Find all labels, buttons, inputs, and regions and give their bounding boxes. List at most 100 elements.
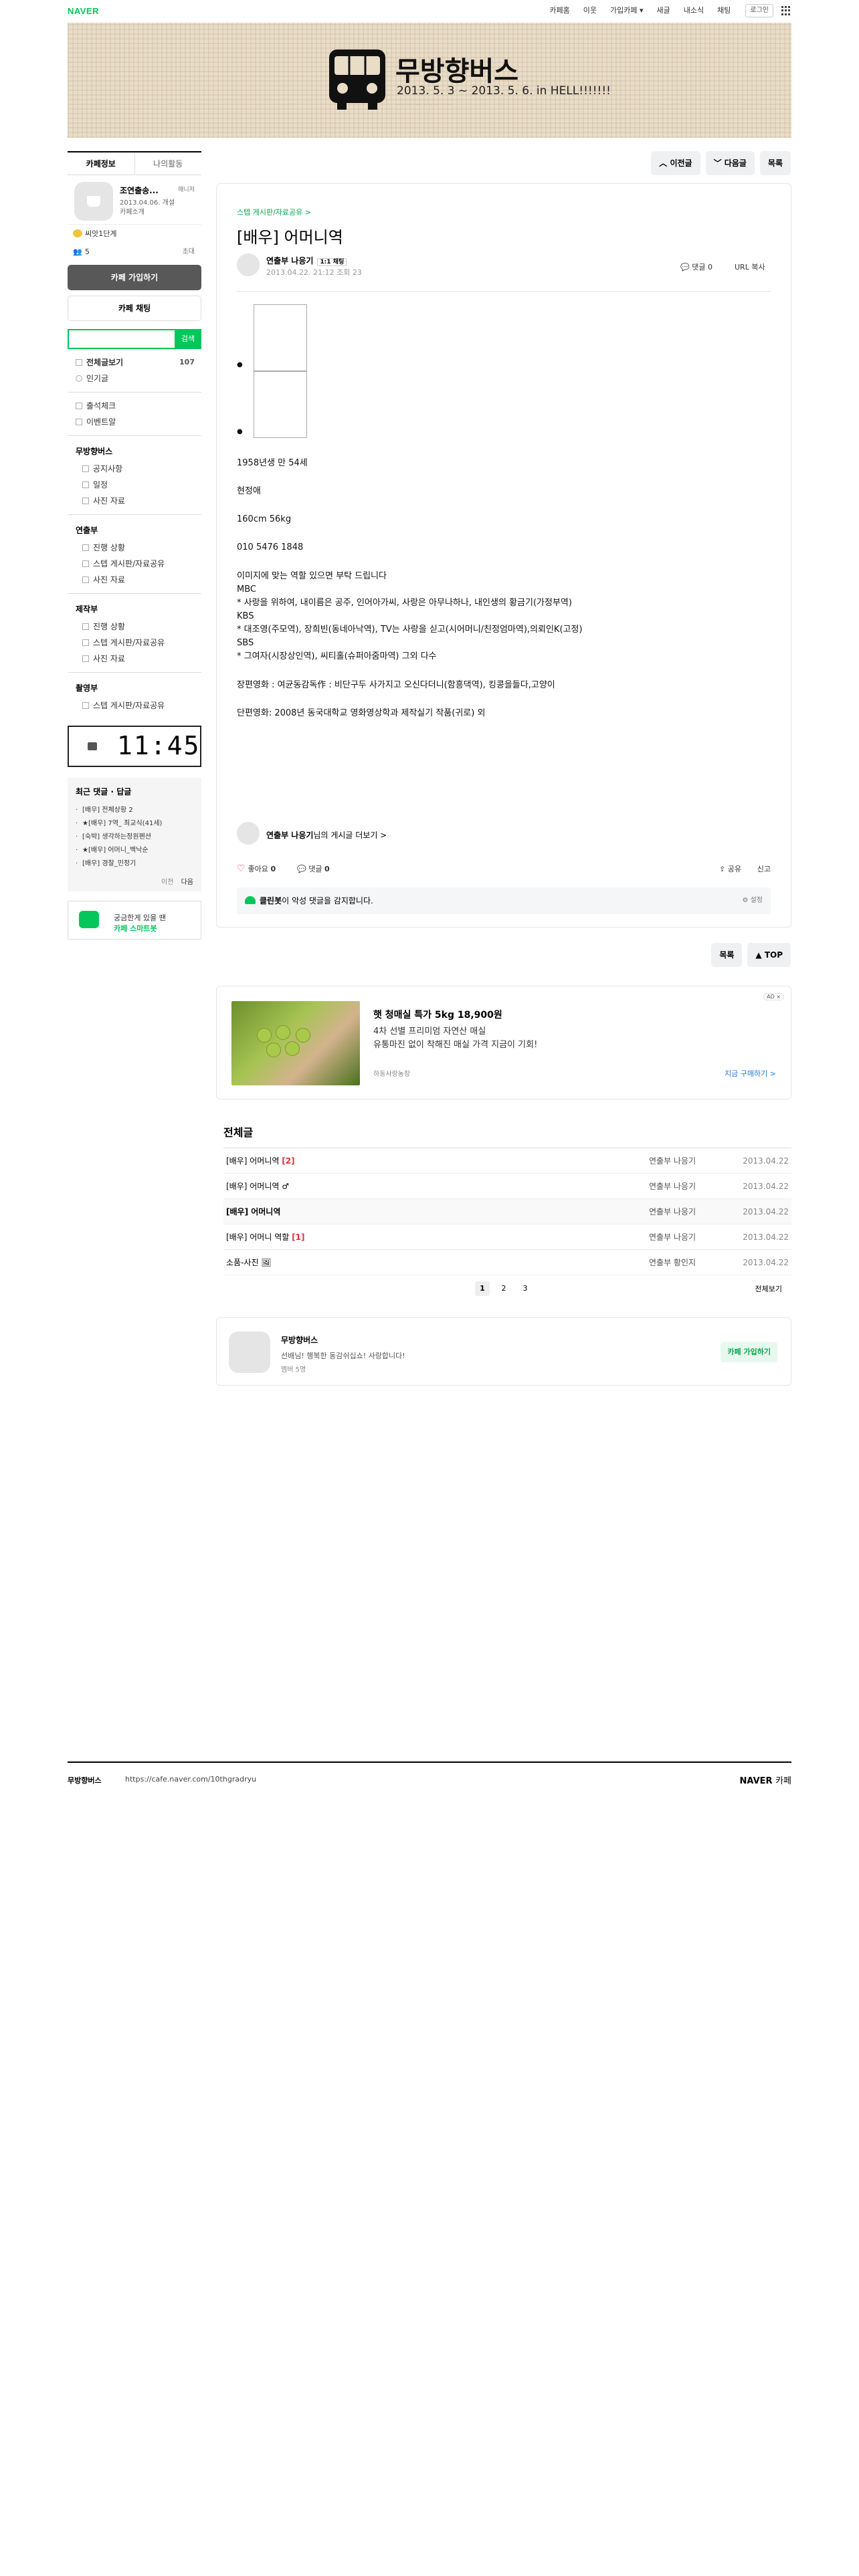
cafe-card-name[interactable]: 무방향버스	[281, 1334, 318, 1346]
menu-staff-board[interactable]: 스텝 게시판/자료공유	[68, 635, 201, 651]
cafe-search-button[interactable]: 검색	[175, 329, 201, 349]
menu-progress[interactable]: 진행 상황	[68, 619, 201, 635]
list-item[interactable]: [배우] 전체상황 2	[76, 804, 193, 817]
table-row[interactable]: [배우] 어머니역 연출부 나응기 2013.04.22	[223, 1199, 791, 1224]
cafe-level-label[interactable]: 씨앗1단계	[85, 229, 116, 238]
comment-count-label: 댓글 0	[692, 263, 712, 272]
cleanbot-icon	[245, 896, 256, 904]
body-line: * 그여자(시장상인역), 씨티홀(슈퍼아줌마역) 그외 다수	[237, 651, 437, 662]
menu-photos[interactable]: 사진 자료	[68, 572, 201, 588]
table-row[interactable]: [배우] 어머니 역할 [1] 연출부 나응기 2013.04.22	[223, 1224, 791, 1250]
menu-notice[interactable]: 공지사항	[68, 461, 201, 477]
divider	[237, 291, 771, 292]
gnb-link-my-news[interactable]: 내소식	[677, 4, 710, 17]
table-row[interactable]: [배우] 어머니역 ♂ 연출부 나응기 2013.04.22	[223, 1174, 791, 1199]
menu-popular[interactable]: 인기글	[68, 370, 201, 387]
page-1-button[interactable]: 1	[475, 1281, 490, 1296]
cafe-chat-button[interactable]: 카페 채팅	[68, 296, 201, 321]
list-item: ●	[237, 304, 765, 371]
table-row[interactable]: 소품-사진 🖼 연출부 황인지 2013.04.22	[223, 1250, 791, 1275]
view-all-button[interactable]: 전체보기	[755, 1283, 782, 1294]
gnb-link-cafe-home[interactable]: 카페홈	[543, 4, 576, 17]
recent-next-button[interactable]: 다음	[181, 879, 193, 886]
page-2-button[interactable]: 2	[496, 1281, 511, 1296]
cafe-name[interactable]: 조연출송...	[120, 185, 159, 196]
menu-staff-board[interactable]: 스텝 게시판/자료공유	[68, 556, 201, 572]
apps-grid-icon[interactable]	[781, 6, 791, 15]
next-post-button[interactable]: ﹀ 다음글	[705, 151, 755, 175]
author-name[interactable]: 연출부 나응기	[266, 256, 313, 265]
recent-prev-button[interactable]: 이전	[161, 879, 173, 886]
comment-label: 댓글	[308, 865, 322, 873]
menu-photos[interactable]: 사진 자료	[68, 651, 201, 667]
list-item[interactable]: ★[배우] 어머니_백낙순	[76, 844, 193, 857]
cafe-search-input[interactable]	[68, 329, 175, 349]
join-cafe-button[interactable]: 카페 가입하기	[721, 1342, 777, 1362]
login-button[interactable]: 로그인	[745, 4, 773, 17]
footer-brand: NAVER	[739, 1776, 773, 1786]
tab-cafe-info[interactable]: 카페정보	[68, 152, 135, 175]
member-count[interactable]: 5	[85, 247, 90, 256]
gnb-link-joined-cafes[interactable]: 가입카페 ▾	[603, 4, 650, 17]
url-copy-button[interactable]: URL 복사	[735, 261, 765, 272]
ad-image	[231, 1001, 360, 1085]
naver-logo[interactable]: NAVER	[68, 6, 99, 16]
ad-banner[interactable]: 햇 청매실 특가 5kg 18,900원 4차 선별 프리미엄 자연산 매실 유…	[216, 986, 791, 1099]
banner-subtitle: 2013. 5. 3 ~ 2013. 5. 6. in HELL!!!!!!!	[397, 84, 611, 98]
cafe-intro-link[interactable]: 카페소개	[120, 206, 145, 216]
tab-my-activity[interactable]: 나의활동	[135, 152, 202, 175]
ad-badge[interactable]: AD ×	[763, 993, 784, 1000]
broken-image-icon	[253, 304, 307, 371]
avatar[interactable]	[237, 253, 260, 276]
smartbot-banner[interactable]: 궁금한게 있을 땐 카페 스마트봇	[68, 901, 201, 940]
like-button[interactable]: ♡ 좋아요 0	[237, 863, 276, 874]
gnb-link-chat[interactable]: 채팅	[710, 4, 737, 17]
cafe-banner[interactable]: 무방향버스 2013. 5. 3 ~ 2013. 5. 6. in HELL!!…	[68, 23, 791, 138]
footer-cafe-url[interactable]: https://cafe.naver.com/10thgradryu	[125, 1775, 256, 1784]
gnb-link-new-posts[interactable]: 새글	[650, 4, 677, 17]
menu-all-posts[interactable]: 전체글보기 107	[68, 354, 201, 370]
footer-cafe-name[interactable]: 무방향버스	[68, 1775, 102, 1786]
board-icon	[76, 359, 82, 366]
post-date: 2013.04.22	[743, 1258, 789, 1267]
prev-post-button[interactable]: ︿ 이전글	[651, 151, 700, 175]
menu-photos[interactable]: 사진 자료	[68, 493, 201, 509]
share-button[interactable]: ⇪ 공유	[719, 863, 741, 874]
ad-buy-link[interactable]: 지금 구매하기 >	[725, 1068, 776, 1079]
menu-staff-board[interactable]: 스텝 게시판/자료공유	[68, 697, 201, 714]
comment-count-link[interactable]: 💬 댓글 0	[680, 261, 712, 272]
post-list-title: 전체글	[223, 1126, 254, 1139]
menu-pick[interactable]: 이벤트알	[68, 414, 201, 430]
list-item[interactable]: [배우] 경찰_민정기	[76, 857, 193, 871]
list-item[interactable]: [숙박] 생각하는정원펜션	[76, 831, 193, 844]
ad-line2: 유통마진 없이 착해진 매실 가격 지금이 기회!	[373, 1040, 538, 1050]
author-more-posts-link[interactable]: 연출부 나응기님의 게시글 더보기 >	[266, 829, 387, 841]
table-row[interactable]: [배우] 어머니역 [2] 연출부 나응기 2013.04.22	[223, 1148, 791, 1174]
board-icon	[82, 481, 89, 488]
footer-naver-cafe-logo[interactable]: NAVER 카페	[740, 1774, 791, 1786]
board-icon	[82, 639, 89, 646]
list-button[interactable]: 목록	[711, 943, 743, 967]
invite-link[interactable]: 초대	[183, 243, 195, 261]
body-line: MBC	[237, 584, 256, 595]
menu-schedule[interactable]: 일정	[68, 477, 201, 493]
join-cafe-button[interactable]: 카페 가입하기	[68, 265, 201, 290]
cleanbot-settings-button[interactable]: ⚙ 설정	[742, 887, 763, 914]
one-on-one-chat-button[interactable]: 1:1 채팅	[317, 258, 347, 266]
list-button[interactable]: 목록	[759, 151, 791, 175]
page-3-button[interactable]: 3	[518, 1281, 533, 1296]
avatar[interactable]	[237, 822, 260, 845]
menu-label: 진행 상황	[93, 543, 125, 552]
gnb-link-neighbors[interactable]: 이웃	[577, 4, 603, 17]
cafe-thumbnail[interactable]	[229, 1331, 270, 1373]
article-category[interactable]: 스텝 게시판/자료공유 >	[237, 207, 311, 217]
list-item[interactable]: ★[배우] 7역_ 최교식(41세)	[76, 817, 193, 831]
clock-time: 11:45	[117, 731, 201, 760]
menu-progress[interactable]: 진행 상황	[68, 540, 201, 556]
comment-button[interactable]: 💬 댓글 0	[297, 863, 330, 874]
top-button[interactable]: ▲ TOP	[747, 943, 791, 967]
cafe-thumbnail[interactable]	[74, 182, 113, 221]
menu-checkin[interactable]: 출석체크	[68, 398, 201, 414]
menu-group-production: 제작부	[76, 605, 98, 614]
report-button[interactable]: 신고	[757, 863, 771, 874]
